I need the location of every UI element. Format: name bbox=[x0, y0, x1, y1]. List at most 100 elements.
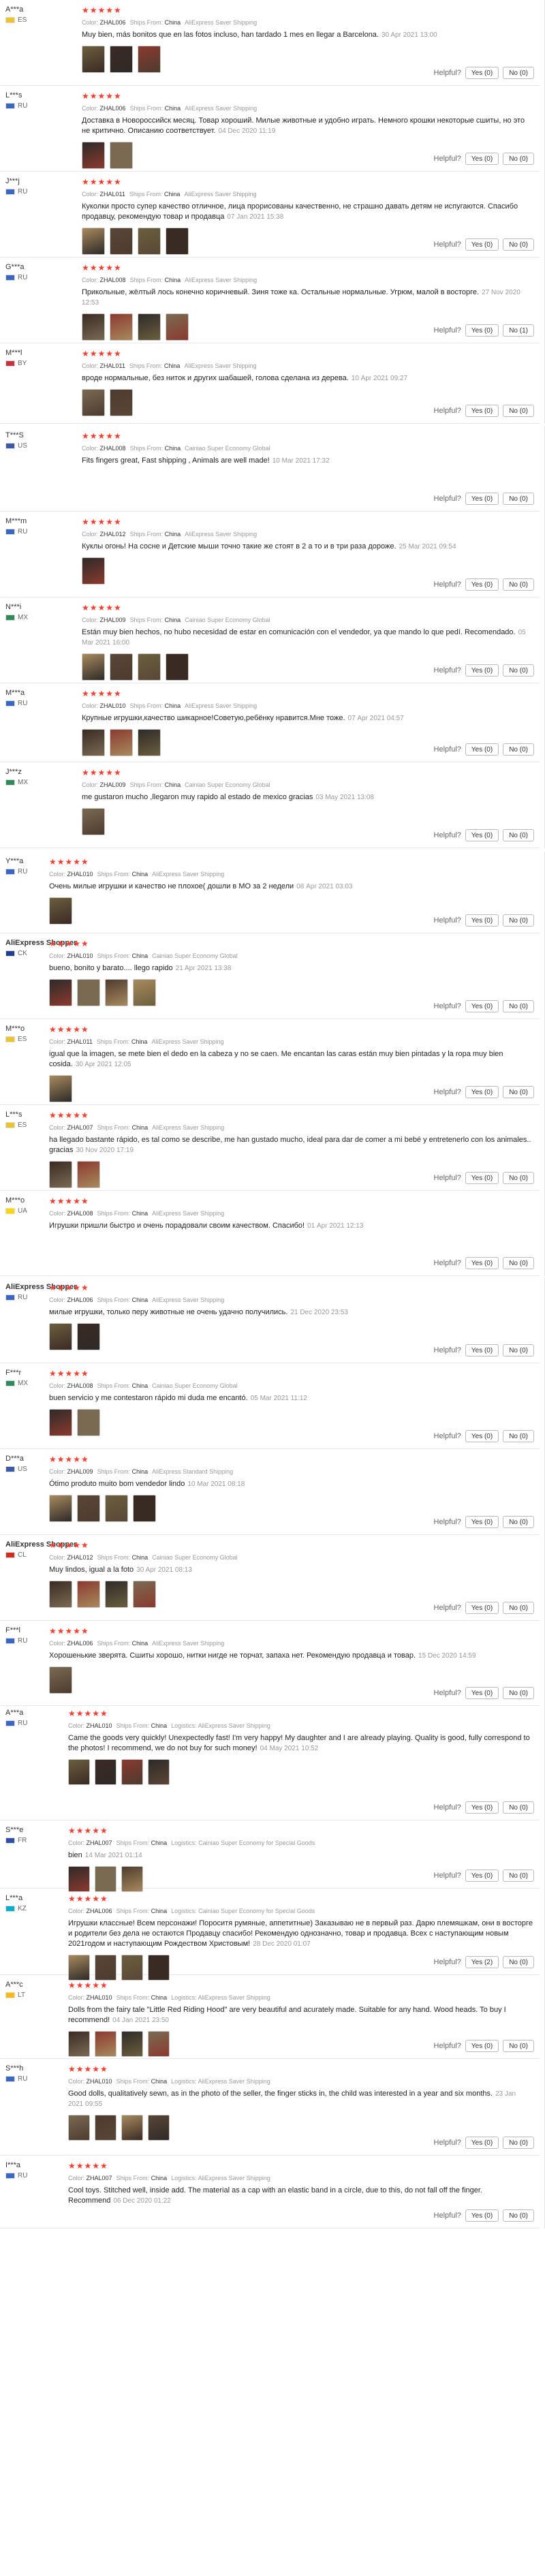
review-photo-thumbnail[interactable] bbox=[49, 979, 72, 1006]
review-photo-thumbnail[interactable] bbox=[49, 1666, 72, 1694]
review-photo-thumbnail[interactable] bbox=[82, 653, 105, 681]
helpful-no-button[interactable]: No (0) bbox=[503, 1687, 534, 1699]
helpful-no-button[interactable]: No (0) bbox=[503, 2209, 534, 2222]
helpful-yes-button[interactable]: Yes (0) bbox=[465, 1869, 499, 1882]
helpful-yes-button[interactable]: Yes (0) bbox=[465, 1344, 499, 1356]
helpful-no-button[interactable]: No (0) bbox=[503, 1257, 534, 1269]
review-photo-thumbnail[interactable] bbox=[110, 142, 133, 169]
review-photo-thumbnail[interactable] bbox=[138, 729, 161, 756]
helpful-yes-button[interactable]: Yes (0) bbox=[465, 1000, 499, 1012]
review-photo-thumbnail[interactable] bbox=[82, 228, 105, 255]
review-photo-thumbnail[interactable] bbox=[95, 2115, 116, 2141]
review-photo-thumbnail[interactable] bbox=[77, 1495, 100, 1522]
helpful-no-button[interactable]: No (0) bbox=[503, 238, 534, 251]
review-photo-thumbnail[interactable] bbox=[105, 1495, 128, 1522]
review-photo-thumbnail[interactable] bbox=[82, 729, 105, 756]
helpful-yes-button[interactable]: Yes (0) bbox=[465, 405, 499, 417]
review-photo-thumbnail[interactable] bbox=[82, 389, 105, 416]
review-photo-thumbnail[interactable] bbox=[49, 1409, 72, 1436]
helpful-yes-button[interactable]: Yes (0) bbox=[465, 2137, 499, 2149]
helpful-no-button[interactable]: No (0) bbox=[503, 67, 534, 79]
review-photo-thumbnail[interactable] bbox=[121, 2031, 143, 2057]
review-photo-thumbnail[interactable] bbox=[77, 1323, 100, 1350]
review-photo-thumbnail[interactable] bbox=[166, 653, 189, 681]
helpful-yes-button[interactable]: Yes (0) bbox=[465, 324, 499, 337]
review-photo-thumbnail[interactable] bbox=[49, 897, 72, 925]
helpful-yes-button[interactable]: Yes (0) bbox=[465, 578, 499, 591]
review-photo-thumbnail[interactable] bbox=[82, 808, 105, 835]
review-photo-thumbnail[interactable] bbox=[49, 1323, 72, 1350]
review-photo-thumbnail[interactable] bbox=[133, 1495, 156, 1522]
helpful-no-button[interactable]: No (0) bbox=[503, 2137, 534, 2149]
review-photo-thumbnail[interactable] bbox=[110, 653, 133, 681]
review-photo-thumbnail[interactable] bbox=[105, 1581, 128, 1608]
review-photo-thumbnail[interactable] bbox=[138, 653, 161, 681]
review-photo-thumbnail[interactable] bbox=[82, 46, 105, 73]
review-photo-thumbnail[interactable] bbox=[82, 313, 105, 341]
helpful-no-button[interactable]: No (0) bbox=[503, 1869, 534, 1882]
helpful-yes-button[interactable]: Yes (0) bbox=[465, 1687, 499, 1699]
helpful-yes-button[interactable]: Yes (0) bbox=[465, 153, 499, 165]
review-photo-thumbnail[interactable] bbox=[148, 2115, 170, 2141]
helpful-no-button[interactable]: No (0) bbox=[503, 493, 534, 505]
helpful-yes-button[interactable]: Yes (0) bbox=[465, 493, 499, 505]
review-photo-thumbnail[interactable] bbox=[138, 228, 161, 255]
review-photo-thumbnail[interactable] bbox=[49, 1161, 72, 1188]
helpful-yes-button[interactable]: Yes (0) bbox=[465, 1430, 499, 1442]
helpful-no-button[interactable]: No (0) bbox=[503, 2040, 534, 2052]
review-photo-thumbnail[interactable] bbox=[133, 979, 156, 1006]
review-photo-thumbnail[interactable] bbox=[95, 2031, 116, 2057]
review-photo-thumbnail[interactable] bbox=[138, 313, 161, 341]
helpful-yes-button[interactable]: Yes (0) bbox=[465, 1172, 499, 1184]
helpful-yes-button[interactable]: Yes (0) bbox=[465, 238, 499, 251]
helpful-yes-button[interactable]: Yes (2) bbox=[465, 1956, 499, 1968]
helpful-yes-button[interactable]: Yes (0) bbox=[465, 1602, 499, 1614]
helpful-yes-button[interactable]: Yes (0) bbox=[465, 1801, 499, 1814]
helpful-no-button[interactable]: No (0) bbox=[503, 1000, 534, 1012]
review-photo-thumbnail[interactable] bbox=[110, 729, 133, 756]
review-photo-thumbnail[interactable] bbox=[82, 557, 105, 585]
helpful-no-button[interactable]: No (0) bbox=[503, 1430, 534, 1442]
helpful-yes-button[interactable]: Yes (0) bbox=[465, 2040, 499, 2052]
review-photo-thumbnail[interactable] bbox=[110, 313, 133, 341]
review-photo-thumbnail[interactable] bbox=[68, 2115, 90, 2141]
review-photo-thumbnail[interactable] bbox=[148, 1759, 170, 1785]
helpful-yes-button[interactable]: Yes (0) bbox=[465, 1086, 499, 1098]
review-photo-thumbnail[interactable] bbox=[110, 46, 133, 73]
review-photo-thumbnail[interactable] bbox=[105, 979, 128, 1006]
review-photo-thumbnail[interactable] bbox=[77, 1581, 100, 1608]
helpful-no-button[interactable]: No (0) bbox=[503, 914, 534, 927]
helpful-yes-button[interactable]: Yes (0) bbox=[465, 829, 499, 841]
review-photo-thumbnail[interactable] bbox=[68, 1759, 90, 1785]
helpful-no-button[interactable]: No (0) bbox=[503, 664, 534, 677]
helpful-yes-button[interactable]: Yes (0) bbox=[465, 664, 499, 677]
helpful-no-button[interactable]: No (0) bbox=[503, 1086, 534, 1098]
review-photo-thumbnail[interactable] bbox=[121, 1759, 143, 1785]
helpful-no-button[interactable]: No (0) bbox=[503, 1344, 534, 1356]
review-photo-thumbnail[interactable] bbox=[133, 1581, 156, 1608]
helpful-yes-button[interactable]: Yes (0) bbox=[465, 67, 499, 79]
helpful-no-button[interactable]: No (0) bbox=[503, 743, 534, 756]
review-photo-thumbnail[interactable] bbox=[68, 2031, 90, 2057]
review-photo-thumbnail[interactable] bbox=[49, 1075, 72, 1102]
review-photo-thumbnail[interactable] bbox=[49, 1495, 72, 1522]
review-photo-thumbnail[interactable] bbox=[77, 979, 100, 1006]
helpful-no-button[interactable]: No (0) bbox=[503, 829, 534, 841]
review-photo-thumbnail[interactable] bbox=[121, 2115, 143, 2141]
helpful-yes-button[interactable]: Yes (0) bbox=[465, 743, 499, 756]
review-photo-thumbnail[interactable] bbox=[82, 142, 105, 169]
review-photo-thumbnail[interactable] bbox=[110, 389, 133, 416]
helpful-yes-button[interactable]: Yes (0) bbox=[465, 2209, 499, 2222]
helpful-no-button[interactable]: No (0) bbox=[503, 1172, 534, 1184]
review-photo-thumbnail[interactable] bbox=[77, 1161, 100, 1188]
review-photo-thumbnail[interactable] bbox=[77, 1409, 100, 1436]
helpful-no-button[interactable]: No (0) bbox=[503, 1801, 534, 1814]
helpful-no-button[interactable]: No (0) bbox=[503, 1956, 534, 1968]
review-photo-thumbnail[interactable] bbox=[166, 313, 189, 341]
helpful-yes-button[interactable]: Yes (0) bbox=[465, 1516, 499, 1528]
helpful-yes-button[interactable]: Yes (0) bbox=[465, 1257, 499, 1269]
review-photo-thumbnail[interactable] bbox=[138, 46, 161, 73]
review-photo-thumbnail[interactable] bbox=[95, 1759, 116, 1785]
helpful-no-button[interactable]: No (1) bbox=[503, 324, 534, 337]
helpful-no-button[interactable]: No (0) bbox=[503, 1516, 534, 1528]
